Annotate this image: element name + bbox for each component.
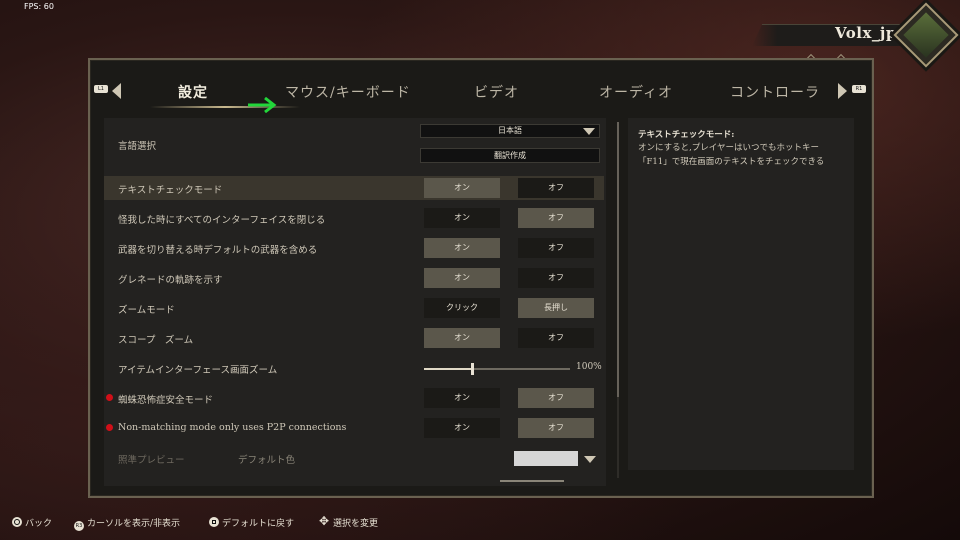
option-off-button[interactable]: オフ	[518, 238, 594, 258]
l1-button-hint: L1	[94, 85, 108, 93]
chevron-down-icon[interactable]	[584, 456, 596, 463]
list-scrollbar[interactable]	[617, 122, 619, 478]
player-name: Volx_jp	[835, 24, 897, 42]
setting-row[interactable]: テキストチェックモード オン オフ	[104, 176, 604, 200]
green-arrow-icon	[248, 97, 277, 113]
setting-label: スコープ ズーム	[118, 335, 194, 346]
reset-default-label: デフォルトに戻す	[222, 519, 295, 529]
change-selection-hint[interactable]: 選択を変更	[319, 514, 379, 529]
tab-video[interactable]: ビデオ	[474, 82, 519, 102]
setting-label: テキストチェックモード	[118, 185, 223, 196]
slider-fill	[424, 368, 473, 370]
option-off-button[interactable]: オフ	[518, 418, 594, 438]
option-on-button[interactable]: オン	[424, 238, 500, 258]
tab-mouse-keyboard[interactable]: マウス/キーボード	[285, 82, 411, 102]
option-on-button[interactable]: オン	[424, 178, 500, 198]
option-off-button[interactable]: オフ	[518, 178, 594, 198]
description-title: テキストチェックモード:	[638, 130, 735, 140]
option-off-button[interactable]: オフ	[518, 268, 594, 288]
tab-bar: L1 設定 マウス/キーボード ビデオ オーディオ コントローラ R1	[90, 74, 872, 113]
option-off-button[interactable]: オフ	[518, 328, 594, 348]
setting-label: ズームモード	[118, 305, 175, 316]
square-button-icon	[209, 517, 219, 527]
option-off-button[interactable]: オフ	[518, 208, 594, 228]
scrollbar-thumb[interactable]	[617, 122, 619, 397]
chevron-down-icon	[583, 128, 595, 135]
setting-row[interactable]: Non-matching mode only uses P2P connecti…	[104, 416, 604, 440]
item-zoom-label: アイテムインターフェース画面ズーム	[118, 365, 278, 376]
setting-label: 怪我した時にすべてのインターフェイスを閉じる	[118, 215, 326, 226]
crosshair-preview-row: 照準プレビュー デフォルト色	[104, 446, 604, 470]
alert-dot-icon	[106, 394, 113, 401]
r1-button-hint: R1	[852, 85, 866, 93]
item-zoom-slider[interactable]	[424, 363, 570, 375]
dpad-icon	[319, 514, 330, 528]
setting-row[interactable]: 蜘蛛恐怖症安全モード オン オフ	[104, 386, 604, 410]
tab-next-arrow-icon[interactable]	[838, 83, 847, 99]
alert-dot-icon	[106, 424, 113, 431]
back-label: バック	[25, 519, 53, 529]
setting-label: 蜘蛛恐怖症安全モード	[118, 395, 214, 406]
circle-button-icon	[12, 517, 22, 527]
setting-label: グレネードの軌跡を示す	[118, 275, 223, 286]
description-body: オンにすると,プレイヤーはいつでもホットキー「F11」で現在画面のテキストをチェ…	[638, 143, 825, 167]
settings-list: 言語選択 日本語 翻訳作成 テキストチェックモード オン オフ 怪我した時にすべてのイ…	[104, 118, 606, 486]
setting-row[interactable]: 武器を切り替える時デフォルトの武器を含める オン オフ	[104, 236, 604, 260]
option-on-button[interactable]: オン	[424, 418, 500, 438]
reset-default-hint[interactable]: デフォルトに戻す	[209, 516, 294, 529]
option-on-button[interactable]: オン	[424, 328, 500, 348]
scroll-hint-bar	[500, 480, 564, 482]
tab-controller[interactable]: コントローラ	[730, 82, 820, 102]
crosshair-color-swatch[interactable]	[514, 451, 578, 466]
settings-panel: L1 設定 マウス/キーボード ビデオ オーディオ コントローラ R1 言語選択…	[88, 58, 874, 498]
tab-prev-arrow-icon[interactable]	[112, 83, 121, 99]
crosshair-color-label: デフォルト色	[238, 455, 296, 466]
fps-counter: FPS: 60	[24, 2, 54, 11]
cursor-toggle-hint[interactable]: R3 カーソルを表示/非表示	[74, 516, 180, 531]
option-off-button[interactable]: 長押し	[518, 298, 594, 318]
language-value: 日本語	[498, 126, 522, 135]
change-selection-label: 選択を変更	[333, 519, 379, 529]
setting-row[interactable]: ズームモード クリック 長押し	[104, 296, 604, 320]
item-zoom-value: 100%	[576, 362, 602, 372]
language-label: 言語選択	[118, 141, 157, 152]
slider-thumb[interactable]	[471, 363, 475, 375]
back-hint[interactable]: バック	[12, 516, 52, 529]
setting-row[interactable]: スコープ ズーム オン オフ	[104, 326, 604, 350]
option-on-button[interactable]: オン	[424, 208, 500, 228]
tab-audio[interactable]: オーディオ	[599, 82, 673, 102]
language-dropdown[interactable]: 日本語	[420, 124, 600, 138]
setting-row[interactable]: グレネードの軌跡を示す オン オフ	[104, 266, 604, 290]
option-on-button[interactable]: オン	[424, 268, 500, 288]
crosshair-preview-label: 照準プレビュー	[118, 455, 185, 466]
language-row: 言語選択 日本語 翻訳作成	[104, 118, 604, 170]
setting-label: 武器を切り替える時デフォルトの武器を含める	[118, 245, 318, 256]
setting-row[interactable]: 怪我した時にすべてのインターフェイスを閉じる オン オフ	[104, 206, 604, 230]
option-on-button[interactable]: クリック	[424, 298, 500, 318]
cursor-toggle-label: カーソルを表示/非表示	[87, 519, 181, 529]
active-tab-underline	[150, 106, 300, 108]
option-on-button[interactable]: オン	[424, 388, 500, 408]
description-box: テキストチェックモード: オンにすると,プレイヤーはいつでもホットキー「F11」…	[628, 118, 854, 470]
option-off-button[interactable]: オフ	[518, 388, 594, 408]
tab-settings[interactable]: 設定	[178, 82, 208, 102]
item-zoom-row: アイテムインターフェース画面ズーム 100%	[104, 356, 604, 380]
r3-button-icon: R3	[74, 521, 84, 531]
setting-label: Non-matching mode only uses P2P connecti…	[118, 422, 347, 433]
translate-button[interactable]: 翻訳作成	[420, 148, 600, 163]
